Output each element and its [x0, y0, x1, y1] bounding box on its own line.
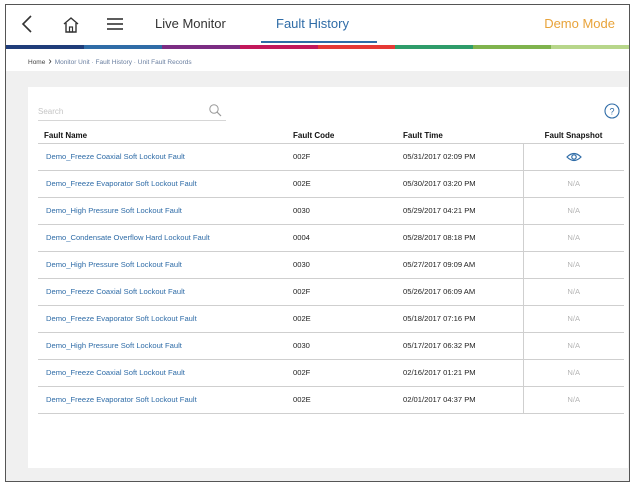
- fault-name-cell[interactable]: Demo_High Pressure Soft Lockout Fault: [38, 332, 293, 360]
- eye-icon[interactable]: [565, 152, 582, 162]
- fault-code-cell: 002F: [293, 359, 403, 387]
- fault-code-cell: 0004: [293, 224, 403, 252]
- snapshot-cell: N/A: [523, 332, 624, 360]
- table-row[interactable]: Demo_Freeze Evaporator Soft Lockout Faul…: [38, 170, 624, 198]
- fault-name-link[interactable]: Demo_High Pressure Soft Lockout Fault: [46, 341, 182, 350]
- fault-name-cell[interactable]: Demo_Freeze Evaporator Soft Lockout Faul…: [38, 170, 293, 198]
- snapshot-cell: N/A: [523, 197, 624, 225]
- fault-name-cell[interactable]: Demo_Condensate Overflow Hard Lockout Fa…: [38, 224, 293, 252]
- color-bar-segment: [161, 45, 240, 49]
- search-box: [38, 101, 226, 121]
- fault-time-cell: 05/30/2017 03:20 PM: [403, 170, 524, 198]
- brand-color-bar: [6, 45, 629, 49]
- table-row[interactable]: Demo_Freeze Coaxial Soft Lockout Fault 0…: [38, 359, 624, 387]
- tab-fault-history[interactable]: Fault History: [276, 16, 349, 31]
- home-icon[interactable]: [61, 15, 81, 35]
- table-row[interactable]: Demo_High Pressure Soft Lockout Fault 00…: [38, 197, 624, 225]
- fault-name-link[interactable]: Demo_Condensate Overflow Hard Lockout Fa…: [46, 233, 210, 242]
- color-bar-segment: [317, 45, 396, 49]
- fault-name-link[interactable]: Demo_High Pressure Soft Lockout Fault: [46, 206, 182, 215]
- back-icon[interactable]: [18, 13, 38, 35]
- top-nav: Live Monitor Fault History Demo Mode: [6, 5, 629, 45]
- table-row[interactable]: Demo_Freeze Coaxial Soft Lockout Fault 0…: [38, 143, 624, 171]
- color-bar-segment: [239, 45, 318, 49]
- fault-code-cell: 0030: [293, 251, 403, 279]
- color-bar-segment: [6, 45, 84, 49]
- snapshot-cell: N/A: [523, 359, 624, 387]
- color-bar-segment: [83, 45, 162, 49]
- search-icon[interactable]: [208, 103, 222, 117]
- fault-time-cell: 05/27/2017 09:09 AM: [403, 251, 524, 279]
- table-row[interactable]: Demo_Freeze Coaxial Soft Lockout Fault 0…: [38, 278, 624, 306]
- help-icon[interactable]: ?: [604, 103, 620, 119]
- breadcrumb-unit-fault-records: Unit Fault Records: [137, 58, 192, 66]
- fault-time-cell: 05/26/2017 06:09 AM: [403, 278, 524, 306]
- fault-name-cell[interactable]: Demo_Freeze Evaporator Soft Lockout Faul…: [38, 386, 293, 414]
- fault-time-cell: 05/17/2017 06:32 PM: [403, 332, 524, 360]
- menu-icon[interactable]: [106, 16, 124, 32]
- fault-time-cell: 05/28/2017 08:18 PM: [403, 224, 524, 252]
- table-row[interactable]: Demo_Condensate Overflow Hard Lockout Fa…: [38, 224, 624, 252]
- fault-code-cell: 0030: [293, 197, 403, 225]
- breadcrumb: Home › Monitor Unit · Fault History · Un…: [28, 57, 192, 67]
- fault-time-cell: 05/18/2017 07:16 PM: [403, 305, 524, 333]
- snapshot-cell: N/A: [523, 305, 624, 333]
- fault-name-cell[interactable]: Demo_High Pressure Soft Lockout Fault: [38, 251, 293, 279]
- snapshot-cell: N/A: [523, 251, 624, 279]
- fault-time-cell: 02/16/2017 01:21 PM: [403, 359, 524, 387]
- fault-code-cell: 002E: [293, 386, 403, 414]
- snapshot-cell: N/A: [523, 386, 624, 414]
- color-bar-segment: [551, 45, 629, 49]
- demo-mode-label: Demo Mode: [544, 16, 615, 31]
- search-input[interactable]: [38, 103, 198, 119]
- fault-name-link[interactable]: Demo_Freeze Evaporator Soft Lockout Faul…: [46, 314, 197, 323]
- tab-live-monitor[interactable]: Live Monitor: [155, 16, 226, 31]
- fault-code-cell: 002E: [293, 305, 403, 333]
- fault-name-link[interactable]: Demo_Freeze Coaxial Soft Lockout Fault: [46, 152, 185, 161]
- snapshot-cell: N/A: [523, 170, 624, 198]
- fault-code-cell: 002F: [293, 143, 403, 171]
- fault-name-link[interactable]: Demo_Freeze Coaxial Soft Lockout Fault: [46, 368, 185, 377]
- breadcrumb-home[interactable]: Home: [28, 59, 45, 66]
- color-bar-segment: [473, 45, 552, 49]
- fault-name-cell[interactable]: Demo_Freeze Coaxial Soft Lockout Fault: [38, 359, 293, 387]
- breadcrumb-monitor-unit[interactable]: Monitor Unit: [55, 59, 90, 66]
- fault-records-card: ? Fault Name Fault Code Fault Time Fault…: [28, 87, 628, 468]
- table-row[interactable]: Demo_High Pressure Soft Lockout Fault 00…: [38, 251, 624, 279]
- fault-code-cell: 002F: [293, 278, 403, 306]
- svg-text:?: ?: [609, 107, 614, 117]
- fault-name-link[interactable]: Demo_Freeze Evaporator Soft Lockout Faul…: [46, 395, 197, 404]
- active-tab-indicator: [261, 41, 377, 43]
- fault-name-cell[interactable]: Demo_Freeze Coaxial Soft Lockout Fault: [38, 143, 293, 171]
- app-window: Live Monitor Fault History Demo Mode Hom…: [5, 4, 630, 482]
- fault-table: Fault Name Fault Code Fault Time Fault S…: [38, 129, 624, 414]
- header-fault-code[interactable]: Fault Code: [293, 129, 403, 144]
- header-fault-time[interactable]: Fault Time: [403, 129, 523, 144]
- header-fault-name[interactable]: Fault Name: [38, 129, 293, 144]
- table-row[interactable]: Demo_Freeze Evaporator Soft Lockout Faul…: [38, 386, 624, 414]
- header-fault-snapshot[interactable]: Fault Snapshot: [523, 129, 624, 144]
- fault-code-cell: 002E: [293, 170, 403, 198]
- chevron-right-icon: ›: [48, 56, 52, 67]
- fault-name-link[interactable]: Demo_Freeze Evaporator Soft Lockout Faul…: [46, 179, 197, 188]
- snapshot-cell: N/A: [523, 224, 624, 252]
- snapshot-cell: N/A: [523, 278, 624, 306]
- table-row[interactable]: Demo_High Pressure Soft Lockout Fault 00…: [38, 332, 624, 360]
- breadcrumb-fault-history[interactable]: Fault History: [96, 59, 132, 66]
- fault-time-cell: 05/31/2017 02:09 PM: [403, 143, 524, 171]
- fault-name-cell[interactable]: Demo_Freeze Coaxial Soft Lockout Fault: [38, 278, 293, 306]
- table-header-row: Fault Name Fault Code Fault Time Fault S…: [38, 129, 624, 144]
- color-bar-segment: [395, 45, 474, 49]
- fault-time-cell: 05/29/2017 04:21 PM: [403, 197, 524, 225]
- fault-name-link[interactable]: Demo_Freeze Coaxial Soft Lockout Fault: [46, 287, 185, 296]
- snapshot-cell[interactable]: [523, 143, 624, 171]
- fault-name-cell[interactable]: Demo_Freeze Evaporator Soft Lockout Faul…: [38, 305, 293, 333]
- table-row[interactable]: Demo_Freeze Evaporator Soft Lockout Faul…: [38, 305, 624, 333]
- fault-name-cell[interactable]: Demo_High Pressure Soft Lockout Fault: [38, 197, 293, 225]
- fault-code-cell: 0030: [293, 332, 403, 360]
- fault-time-cell: 02/01/2017 04:37 PM: [403, 386, 524, 414]
- fault-name-link[interactable]: Demo_High Pressure Soft Lockout Fault: [46, 260, 182, 269]
